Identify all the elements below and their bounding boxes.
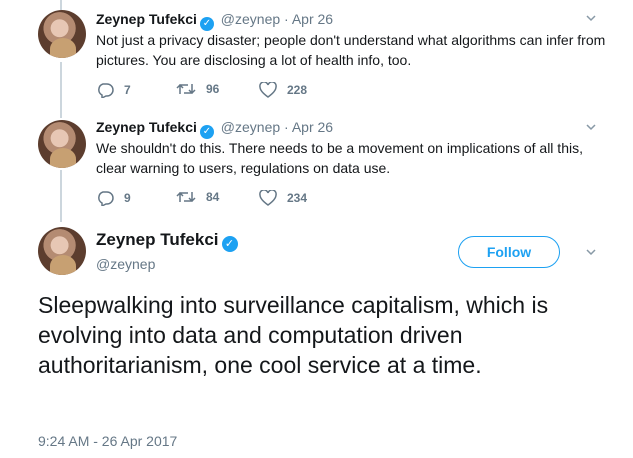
verified-badge-icon: ✓ [199,125,214,139]
avatar[interactable] [38,227,86,275]
separator: · [284,11,289,27]
author-handle[interactable]: @zeynep [221,11,280,27]
author-name[interactable]: Zeynep Tufekci [96,11,197,27]
avatar[interactable] [38,120,86,168]
reply-count: 7 [124,83,131,97]
retweet-button[interactable]: 84 [176,190,219,204]
tweet-header: Zeynep Tufekci ✓ @zeynep · Apr 26 [96,10,333,31]
reply-button[interactable]: 7 [96,82,131,98]
tweet-timestamp[interactable]: 9:24 AM - 26 Apr 2017 [38,433,177,449]
avatar[interactable] [38,10,86,58]
chevron-down-icon[interactable] [585,12,597,27]
like-button[interactable]: 234 [259,190,307,206]
retweet-count: 96 [206,82,220,96]
tweet-text: Not just a privacy disaster; people don'… [96,32,606,68]
tweet-header: Zeynep Tufekci ✓ @zeynep · Apr 26 [96,118,333,139]
like-count: 228 [287,83,308,97]
like-count: 234 [287,191,308,205]
thread-line [60,170,62,222]
thread-line [60,62,62,118]
reply-icon [98,191,114,206]
retweet-icon [176,191,196,203]
author-name[interactable]: Zeynep Tufekci ✓ [96,230,241,252]
retweet-icon [176,83,196,95]
verified-badge-icon: ✓ [221,236,238,252]
chevron-down-icon[interactable] [585,121,597,136]
tweet-date[interactable]: Apr 26 [292,11,333,27]
chevron-down-icon[interactable] [585,246,597,261]
verified-badge-icon: ✓ [199,17,214,31]
separator: · [284,119,289,135]
thread-line [60,0,62,10]
reply-button[interactable]: 9 [96,190,131,206]
like-button[interactable]: 228 [259,82,307,98]
author-name[interactable]: Zeynep Tufekci [96,119,197,135]
heart-icon [259,82,277,98]
tweet-text: We shouldn't do this. There needs to be … [96,140,583,176]
author-handle[interactable]: @zeynep [221,119,280,135]
retweet-count: 84 [206,190,220,204]
author-handle[interactable]: @zeynep [96,256,155,272]
reply-icon [98,83,114,98]
tweet-date[interactable]: Apr 26 [292,119,333,135]
heart-icon [259,190,277,206]
reply-count: 9 [124,191,131,205]
follow-button[interactable]: Follow [458,236,560,268]
retweet-button[interactable]: 96 [176,82,219,96]
author-name-text: Zeynep Tufekci [96,230,219,249]
tweet-text: Sleepwalking into surveillance capitalis… [38,292,549,378]
